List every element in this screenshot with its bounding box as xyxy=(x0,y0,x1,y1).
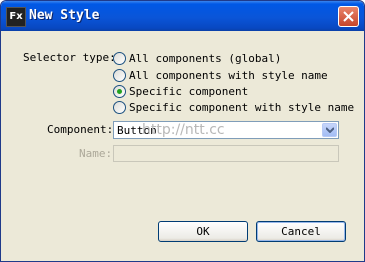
radio-label: Specific component with style name xyxy=(129,100,355,114)
dropdown-arrow-button[interactable] xyxy=(322,123,337,137)
ok-button[interactable]: OK xyxy=(158,221,248,242)
radio-button[interactable] xyxy=(113,100,126,114)
radio-all-components-with-style-name[interactable]: All components with style name xyxy=(113,67,328,83)
watermark-text: http://ntt.cc xyxy=(142,122,225,138)
new-style-dialog: Fx New Style Selector type: All componen… xyxy=(0,0,365,262)
chevron-down-icon xyxy=(326,127,334,133)
name-field xyxy=(113,145,339,162)
radio-button[interactable] xyxy=(113,68,126,82)
radio-all-components-global[interactable]: All components (global) xyxy=(113,50,281,66)
window-title: New Style xyxy=(29,8,100,23)
close-icon xyxy=(343,11,354,22)
radio-button[interactable] xyxy=(113,51,126,65)
radio-label: Specific component xyxy=(129,84,249,98)
component-label: Component: xyxy=(47,123,114,136)
cancel-button[interactable]: Cancel xyxy=(256,221,346,242)
dialog-body: Selector type: All components (global) A… xyxy=(5,31,360,257)
title-bar[interactable]: Fx New Style xyxy=(1,1,364,31)
name-label: Name: xyxy=(79,147,113,160)
radio-label: All components with style name xyxy=(129,68,328,82)
radio-specific-component[interactable]: Specific component xyxy=(113,83,248,99)
close-button[interactable] xyxy=(338,6,359,27)
radio-label: All components (global) xyxy=(129,51,282,65)
radio-specific-component-with-style-name[interactable]: Specific component with style name xyxy=(113,99,354,115)
component-dropdown[interactable]: Button http://ntt.cc xyxy=(113,121,339,139)
radio-button-selected[interactable] xyxy=(113,84,126,98)
flex-app-icon: Fx xyxy=(6,7,26,27)
selector-type-label: Selector type: xyxy=(23,51,116,64)
